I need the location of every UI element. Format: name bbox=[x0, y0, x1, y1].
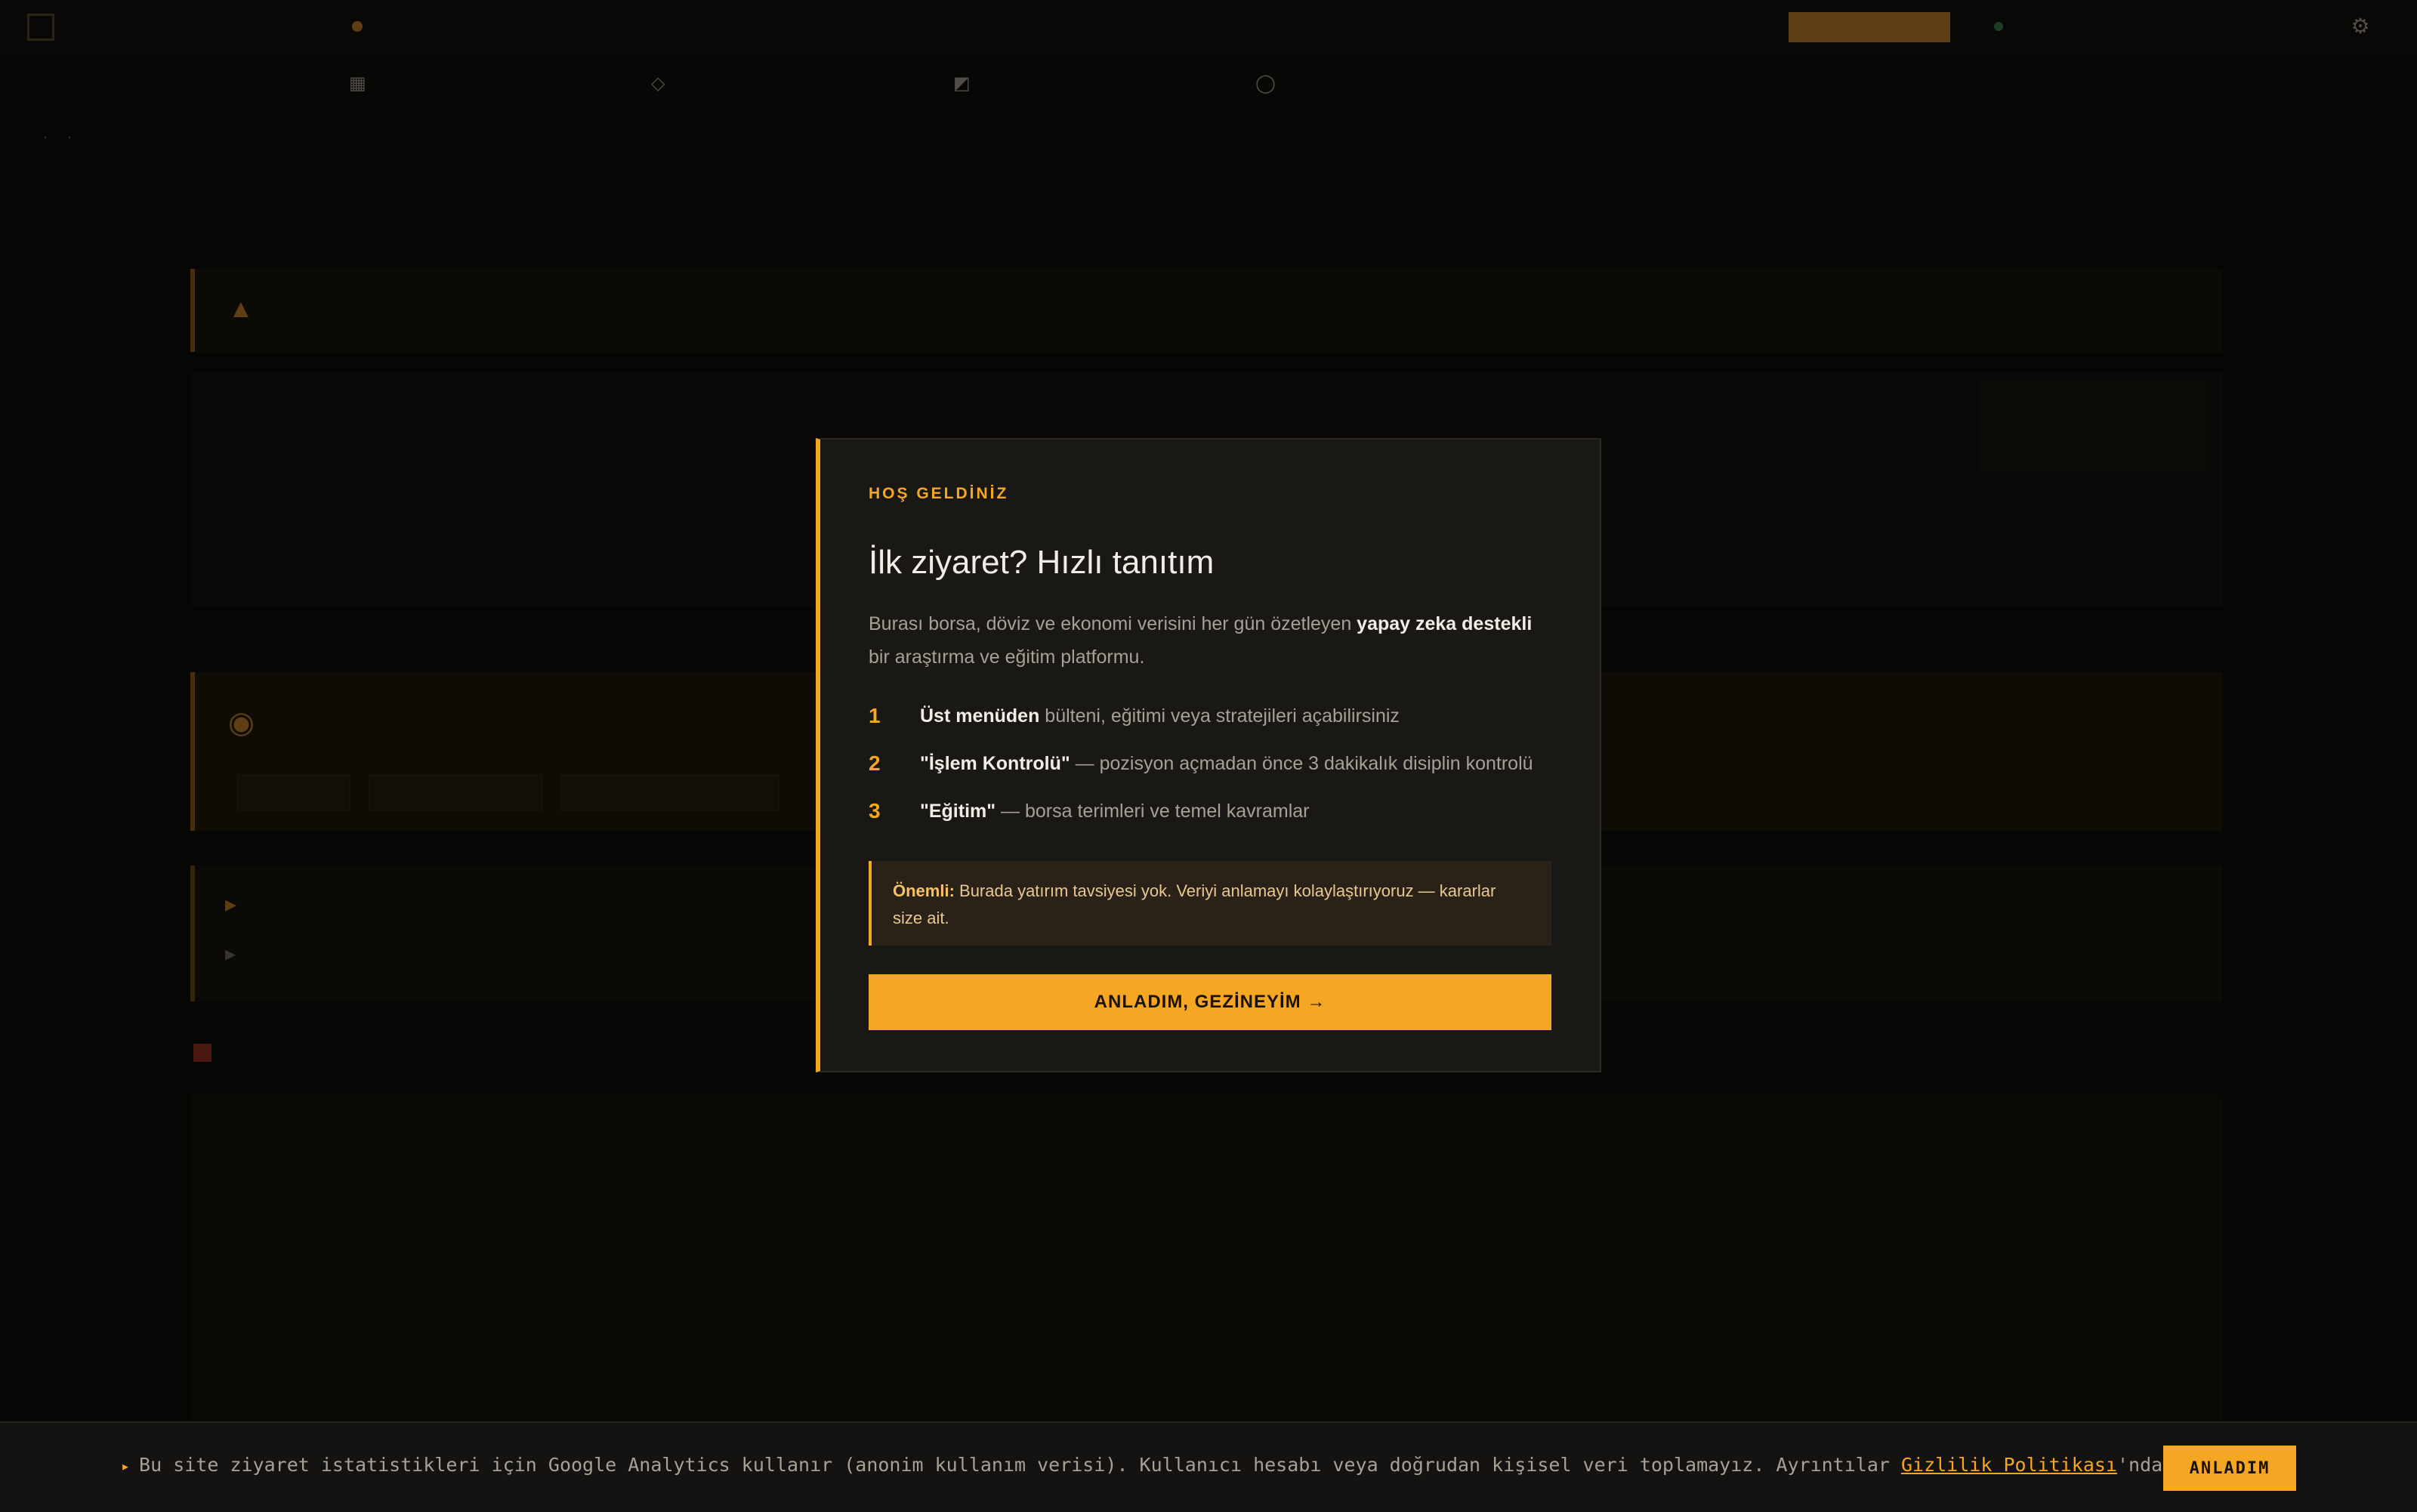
welcome-modal: HOŞ GELDİNİZ İlk ziyaret? Hızlı tanıtım … bbox=[816, 438, 1601, 1072]
cookie-accept-button[interactable]: ANLADIM bbox=[2163, 1446, 2296, 1491]
step-number: 2 bbox=[869, 751, 881, 775]
step-number: 1 bbox=[869, 704, 881, 727]
caret-right-icon: ▸ bbox=[121, 1457, 131, 1475]
disclaimer-note: Önemli: Burada yatırım tavsiyesi yok. Ve… bbox=[869, 861, 1551, 946]
cookie-text: ▸ Bu site ziyaret istatistikleri için Goo… bbox=[121, 1454, 2175, 1476]
cookie-banner: ▸ Bu site ziyaret istatistikleri için Goo… bbox=[0, 1421, 2417, 1512]
disclaimer-text: Önemli: Burada yatırım tavsiyesi yok. Ve… bbox=[893, 881, 1496, 927]
modal-lead: Burası borsa, döviz ve ekonomi verisini … bbox=[869, 613, 1533, 668]
step-number: 3 bbox=[869, 799, 881, 822]
modal-title: İlk ziyaret? Hızlı tanıtım bbox=[869, 544, 1215, 581]
privacy-policy-link[interactable]: Gizlilik Politikası bbox=[1901, 1454, 2117, 1476]
modal-eyebrow: HOŞ GELDİNİZ bbox=[869, 485, 1009, 502]
dismiss-intro-button[interactable]: ANLADIM, GEZİNEYİM → bbox=[869, 974, 1551, 1030]
